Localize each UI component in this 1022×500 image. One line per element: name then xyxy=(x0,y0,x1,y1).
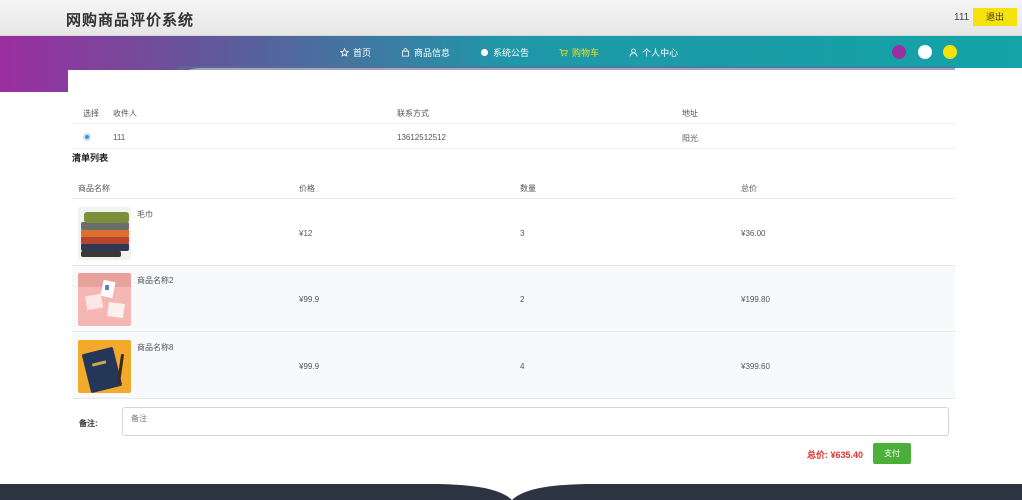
star-icon xyxy=(340,47,349,57)
user-icon xyxy=(629,48,638,56)
header-receiver: 收件人 xyxy=(113,109,137,118)
notebook-image xyxy=(78,340,131,393)
top-bar: 网购商品评价系统 111 退出 xyxy=(0,0,1022,36)
logout-button[interactable]: 退出 xyxy=(973,8,1017,26)
nav-label: 系统公告 xyxy=(493,47,530,58)
product-name: 商品名称8 xyxy=(137,343,174,352)
product-quantity: 4 xyxy=(520,362,525,371)
product-price: ¥12 xyxy=(299,229,313,238)
theme-dot-white[interactable] xyxy=(918,45,932,59)
bag-icon xyxy=(401,47,410,57)
product-total: ¥399.60 xyxy=(741,362,770,371)
main-nav: 首页 商品信息 系统公告 购物车 个人中心 xyxy=(340,44,678,60)
table-row: 商品名称2 ¥99.9 2 ¥199.80 xyxy=(72,266,955,332)
product-name: 毛巾 xyxy=(137,210,153,219)
nav-item-cart[interactable]: 购物车 xyxy=(559,44,599,60)
product-quantity: 2 xyxy=(520,295,525,304)
header-total: 总价 xyxy=(741,184,757,193)
header-product-name: 商品名称 xyxy=(78,184,110,193)
product-price: ¥99.9 xyxy=(299,362,320,371)
nav-label: 商品信息 xyxy=(414,47,451,58)
receiver-address: 阳光 xyxy=(682,134,698,143)
pink-notes-image xyxy=(78,273,131,326)
table-row: 毛巾 ¥12 3 ¥36.00 xyxy=(72,200,955,266)
nav-item-profile[interactable]: 个人中心 xyxy=(629,44,678,60)
header-quantity: 数量 xyxy=(520,184,536,193)
product-name: 商品名称2 xyxy=(137,276,174,285)
table-row: 商品名称8 ¥99.9 4 ¥399.60 xyxy=(72,333,955,399)
order-list-title: 清单列表 xyxy=(72,153,109,163)
order-table-header: 商品名称 价格 数量 总价 xyxy=(72,175,955,199)
product-total: ¥199.80 xyxy=(741,295,770,304)
header-address: 地址 xyxy=(682,109,698,118)
product-total: ¥36.00 xyxy=(741,229,766,238)
header-contact: 联系方式 xyxy=(397,109,429,118)
order-total: 总价: ¥635.40 xyxy=(807,450,864,460)
nav-item-products[interactable]: 商品信息 xyxy=(401,44,450,60)
nav-item-announcements[interactable]: 系统公告 xyxy=(480,44,529,60)
site-title: 网购商品评价系统 xyxy=(66,12,195,29)
footer xyxy=(0,484,1022,500)
receiver-name: 111 xyxy=(113,133,126,142)
receiver-phone: 13612512512 xyxy=(397,133,446,142)
pay-button[interactable]: 支付 xyxy=(873,443,911,464)
address-radio[interactable] xyxy=(83,133,91,141)
nav-label: 购物车 xyxy=(572,47,600,58)
theme-dot-purple[interactable] xyxy=(892,45,906,59)
nav-label: 首页 xyxy=(353,47,372,58)
circle-icon xyxy=(480,48,489,56)
address-row[interactable]: 111 13612512512 阳光 xyxy=(72,125,955,149)
username: 111 xyxy=(954,12,970,23)
theme-dot-yellow[interactable] xyxy=(943,45,957,59)
cart-icon xyxy=(559,48,568,56)
towel-image xyxy=(78,207,131,260)
nav-label: 个人中心 xyxy=(642,47,679,58)
note-textarea[interactable] xyxy=(122,407,949,436)
note-label: 备注: xyxy=(79,419,98,428)
product-quantity: 3 xyxy=(520,229,525,238)
header-price: 价格 xyxy=(299,184,315,193)
nav-item-home[interactable]: 首页 xyxy=(340,44,371,60)
product-price: ¥99.9 xyxy=(299,295,320,304)
address-table-header: 选择 收件人 联系方式 地址 xyxy=(72,100,955,124)
footer-background xyxy=(0,484,1022,500)
header-select: 选择 xyxy=(83,109,99,118)
